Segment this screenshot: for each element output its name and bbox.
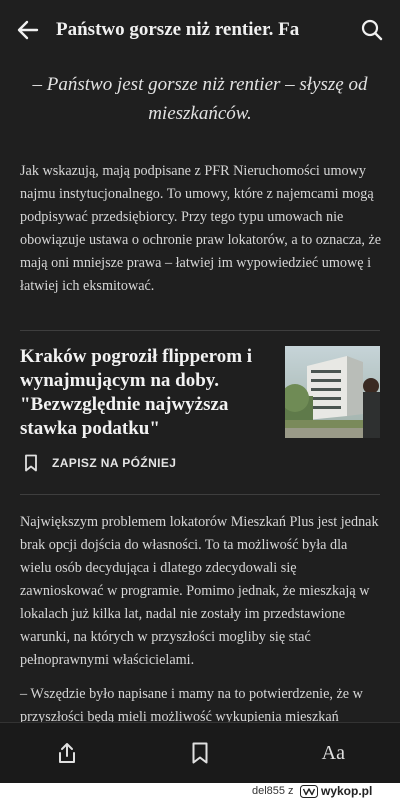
search-icon [361, 19, 383, 41]
back-button[interactable] [0, 0, 56, 60]
wykop-logo-icon [300, 784, 318, 798]
related-article-thumbnail[interactable] [285, 346, 380, 438]
article-paragraph: Jak wskazują, mają podpisane z PFR Nieru… [20, 163, 382, 294]
bookmark-button[interactable] [160, 723, 240, 783]
save-for-later-label: ZAPISZ NA PÓŹNIEJ [52, 456, 177, 470]
bottom-toolbar: Aa [0, 722, 400, 783]
share-button[interactable] [27, 723, 107, 783]
arrow-left-icon [17, 20, 39, 40]
watermark-site: wykop.pl [321, 784, 373, 798]
text-size-label: Aa [321, 741, 345, 764]
watermark-z: z [288, 785, 294, 797]
article-paragraph: – Wszędzie było napisane i mamy na to po… [20, 686, 363, 722]
related-article-title[interactable]: Kraków pogroził flipperom i wynajmującym… [20, 345, 265, 441]
article-content[interactable]: – Państwo jest gorsze niż rentier – słys… [0, 60, 400, 722]
watermark-logo: wykop.pl [300, 784, 372, 798]
article-paragraph: Największym problemem lokatorów Mieszkań… [20, 514, 379, 668]
divider [20, 494, 380, 495]
divider [20, 330, 380, 331]
bookmark-icon [192, 742, 208, 764]
bookmark-icon [25, 454, 37, 472]
article-quote: – Państwo jest gorsze niż rentier – słys… [32, 74, 368, 124]
search-button[interactable] [344, 0, 400, 60]
save-for-later-button[interactable]: ZAPISZ NA PÓŹNIEJ [24, 454, 176, 472]
watermark-bar: del855 z wykop.pl [0, 783, 400, 800]
page-title: Państwo gorsze niż rentier. Fa [56, 19, 300, 40]
text-size-button[interactable]: Aa [293, 723, 373, 783]
share-icon [58, 743, 75, 763]
watermark-user: del855 [252, 785, 286, 797]
top-bar: Państwo gorsze niż rentier. Fa [0, 0, 400, 60]
